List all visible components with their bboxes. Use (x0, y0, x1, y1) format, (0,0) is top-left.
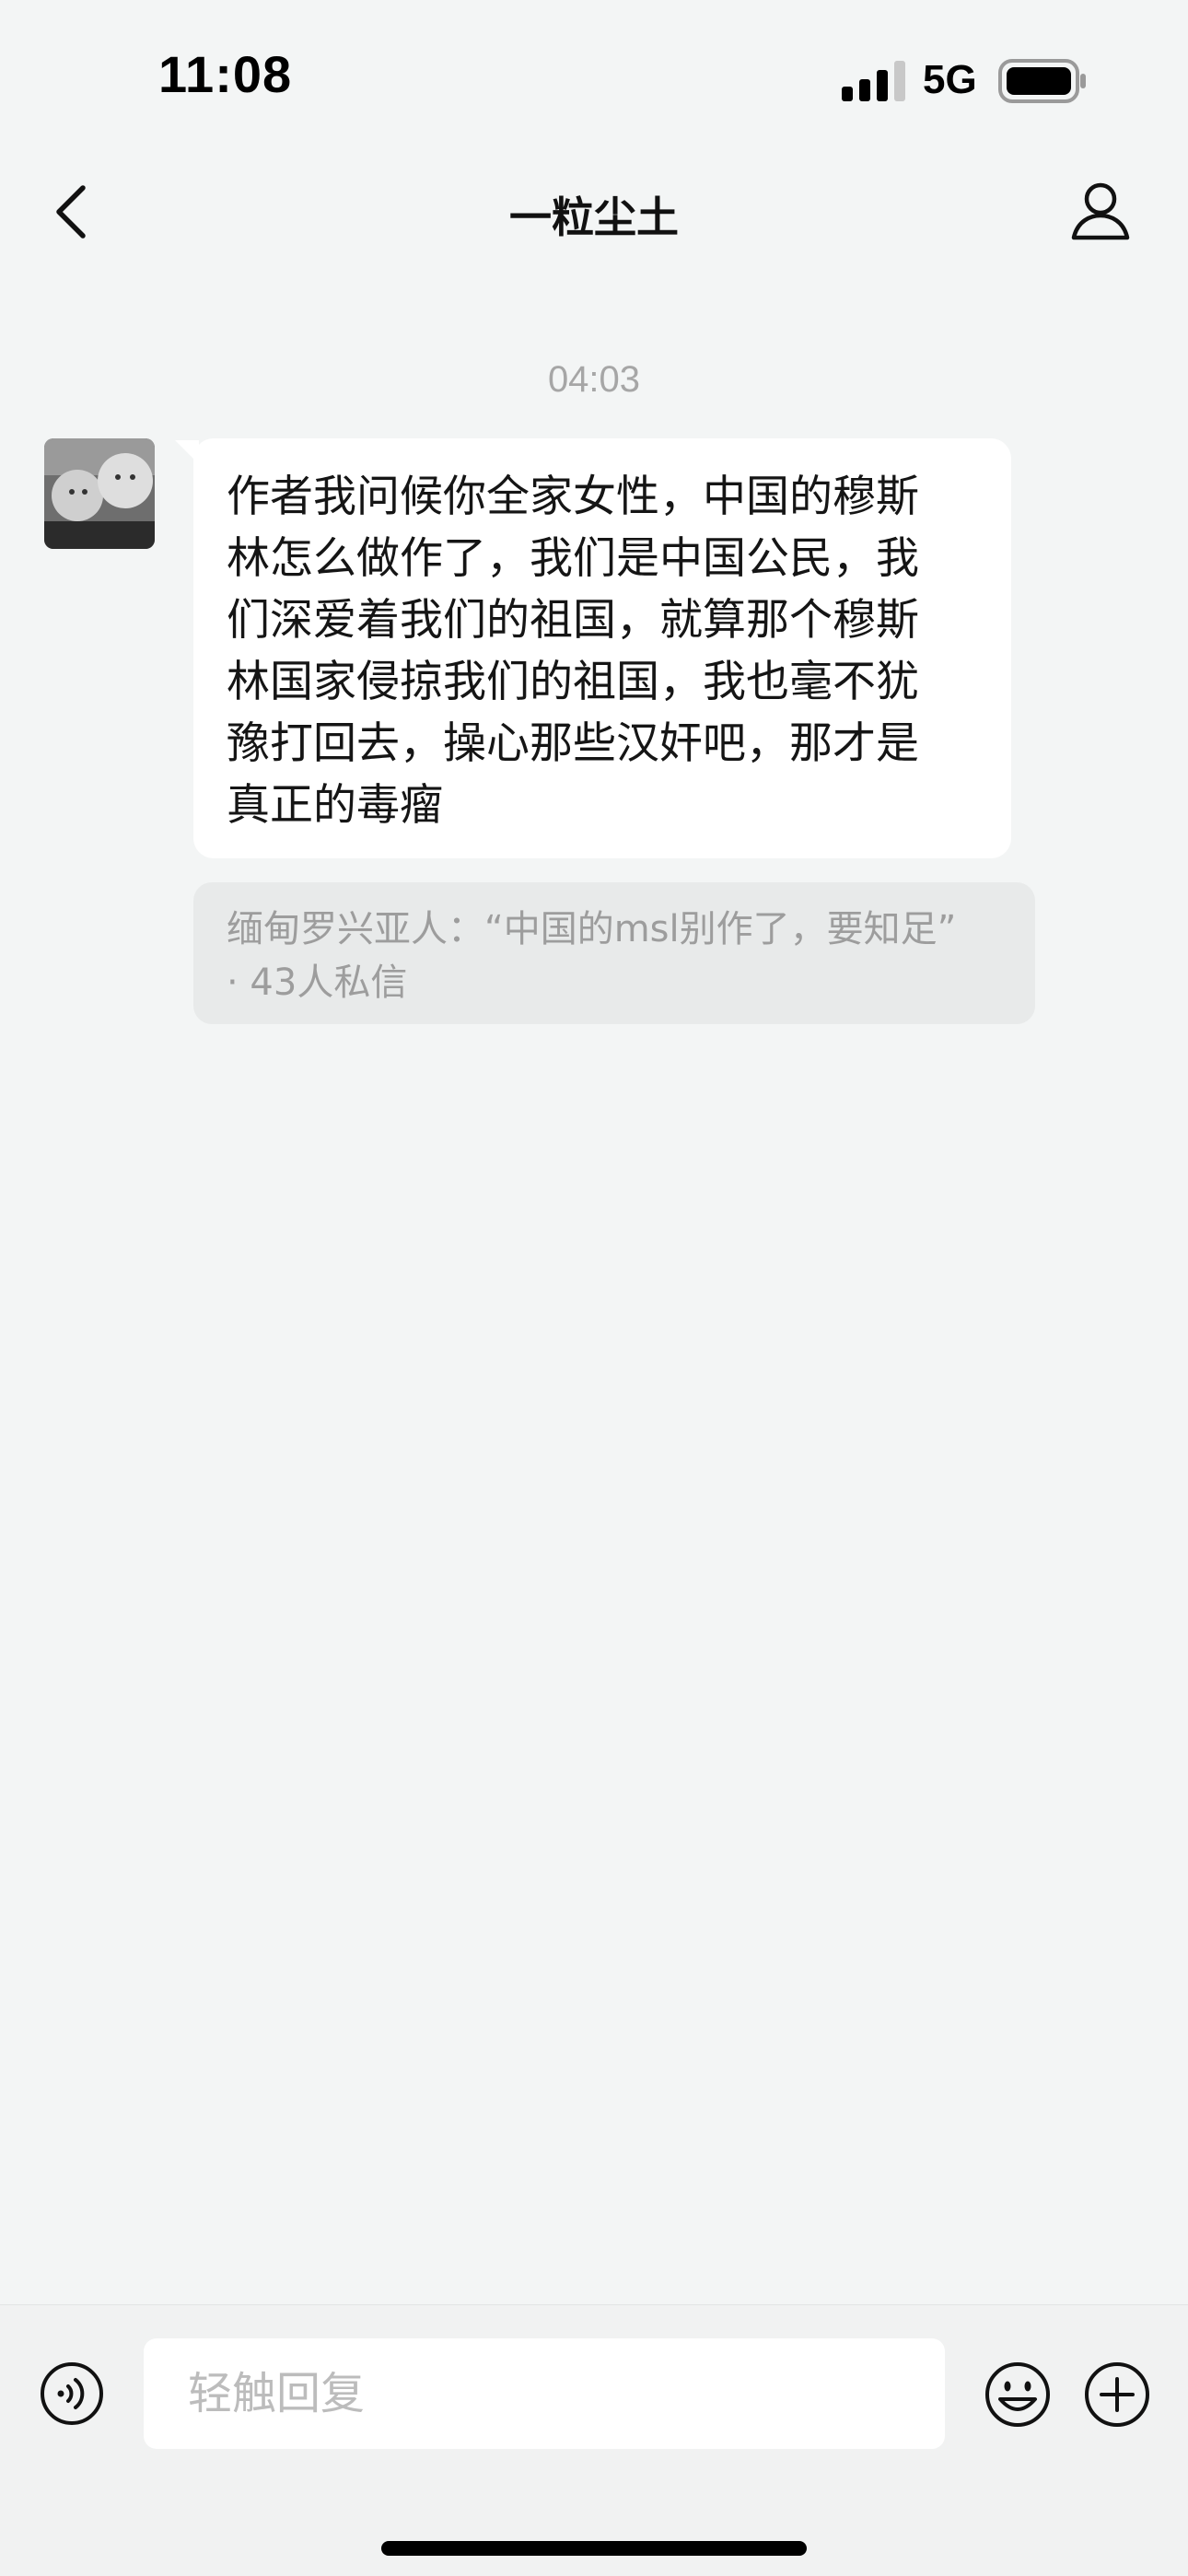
emoji-smile-icon[interactable] (984, 2360, 1052, 2429)
plus-circle-icon[interactable] (1083, 2360, 1151, 2429)
cellular-signal-icon (842, 61, 905, 101)
source-post-card[interactable]: 缅甸罗兴亚人：“中国的msl别作了，要知足” · 43人私信 (193, 882, 1035, 1024)
avatar-photo (44, 438, 155, 549)
message-line: 豫打回去，操心那些汉奸吧，那才是 (227, 718, 919, 769)
message-bubble[interactable]: 作者我问候你全家女性，中国的穆斯 林怎么做作了，我们是中国公民，我 们深爱着我们… (193, 438, 1011, 858)
message-line: 们深爱着我们的祖国，就算那个穆斯 (227, 595, 919, 646)
voice-input-icon[interactable] (39, 2360, 105, 2427)
home-indicator[interactable] (381, 2541, 807, 2556)
network-type-label: 5G (923, 57, 977, 102)
message-timestamp: 04:03 (547, 359, 641, 400)
message-line: 真正的毒瘤 (227, 780, 443, 831)
person-outline-icon[interactable] (1068, 179, 1133, 243)
status-bar: 11:08 5G (0, 0, 1188, 157)
status-time: 11:08 (158, 45, 293, 103)
source-post-title: 缅甸罗兴亚人：“中国的msl别作了，要知足” (227, 908, 957, 950)
message-text: 作者我问候你全家女性，中国的穆斯 林怎么做作了，我们是中国公民，我 们深爱着我们… (227, 466, 982, 836)
battery-full-icon (998, 59, 1086, 103)
message-line: 林国家侵掠我们的祖国，我也毫不犹 (227, 657, 919, 707)
message-line: 作者我问候你全家女性，中国的穆斯 (227, 472, 919, 522)
reply-input[interactable]: 轻触回复 (144, 2338, 945, 2449)
source-post-meta: · 43人私信 (227, 962, 408, 1004)
message-line: 林怎么做作了，我们是中国公民，我 (227, 533, 919, 584)
page-title: 一粒尘土 (509, 192, 679, 242)
avatar[interactable] (44, 438, 155, 549)
nav-bar: 一粒尘土 (0, 157, 1188, 267)
input-bar: 轻触回复 (0, 2304, 1188, 2576)
